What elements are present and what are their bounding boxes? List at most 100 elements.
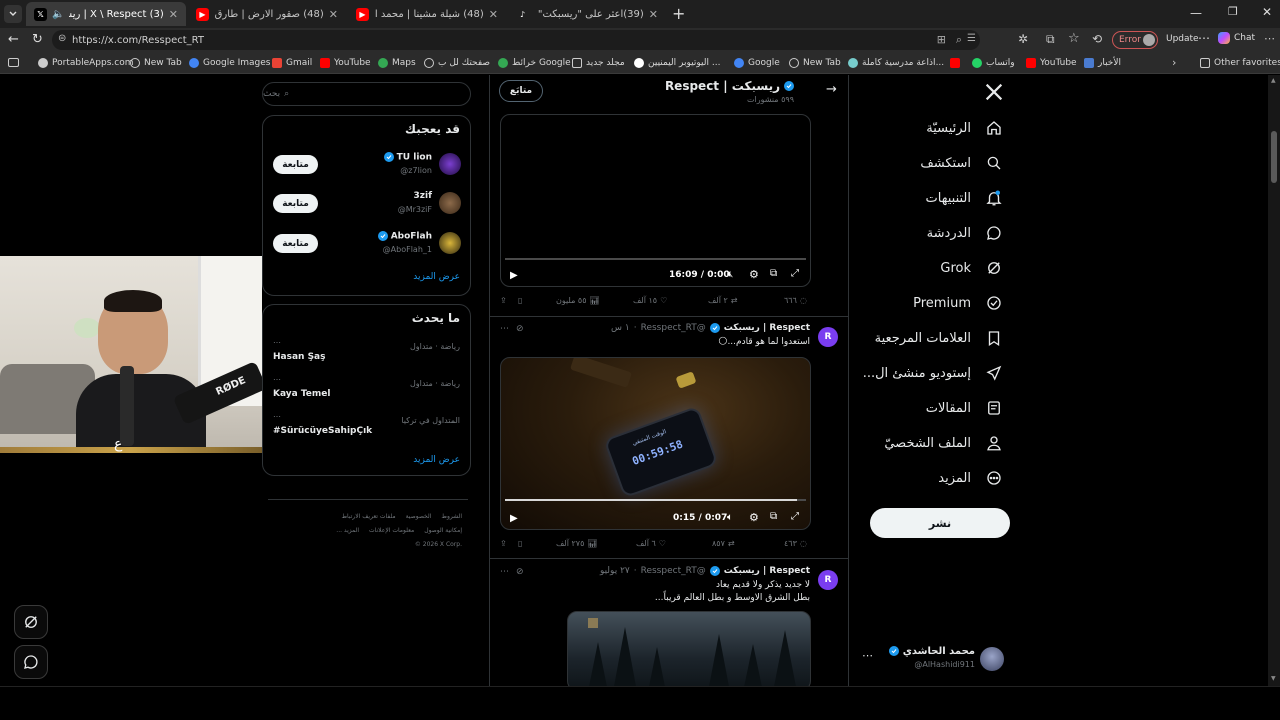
bookmark-item[interactable]: Gmail [272,55,312,71]
reposts-stat[interactable]: ٢ آلف ⇄ [708,296,737,305]
play-icon[interactable]: ▶ [510,513,518,524]
volume-icon[interactable]: 🔈︎ [727,512,733,523]
bookmark-icon[interactable]: ▯ [518,539,522,548]
settings-gear-icon[interactable]: ⚙ [749,268,759,281]
more-icon[interactable]: ⋯ [500,324,509,334]
zoom-icon[interactable]: ⌕ [956,33,962,47]
nav-profile[interactable]: الملف الشخصيّ [884,431,1003,455]
follow-button[interactable]: متابعة [273,234,318,253]
close-tab-icon[interactable]: ✕ [329,8,338,21]
share-icon[interactable]: ⇪ [500,296,507,305]
nav-articles[interactable]: المقالات [926,396,1003,420]
tab-x[interactable]: 𝕏 🔈 (3) X \ Respect | ريسبكت (@Re ✕ [26,2,186,26]
nav-chat[interactable]: الدردشة [927,221,1003,245]
x-logo-icon[interactable] [983,81,1005,103]
tab-youtube-2[interactable]: ▶ (48) شيلة مشينا | محمد الدخيل | مؤ ✕ [348,2,506,26]
popout-icon[interactable]: ⧉ [770,268,777,279]
bookmarks-menu-icon[interactable] [8,58,19,67]
trend-name[interactable]: Hasan Şaş [273,352,326,362]
share-icon[interactable]: ⇪ [500,539,507,548]
history-icon[interactable]: ⟲ [1092,32,1102,46]
footer-link[interactable]: المزيد ... [336,527,359,534]
fullscreen-icon[interactable]: ⤢ [791,268,799,279]
grok-icon[interactable]: ⊘ [516,567,524,577]
minimize-icon[interactable]: — [1190,6,1202,20]
post-image[interactable] [567,611,811,686]
reposts-stat[interactable]: ٨٥٧ ⇄ [712,539,735,548]
author-handle[interactable]: @Resspect_RT [641,566,706,576]
trend-more-icon[interactable]: … [273,336,281,345]
trend-more-icon[interactable]: … [273,373,281,382]
replies-stat[interactable]: ٤٦٣ ◌ [784,539,807,548]
extensions-icon[interactable]: ✲ [1018,32,1028,46]
video-progress[interactable] [505,258,806,260]
avatar[interactable] [439,232,461,254]
avatar[interactable]: R [818,570,838,590]
avatar[interactable]: R [818,327,838,347]
show-more-link[interactable]: عرض المزيد [413,455,460,465]
likes-stat[interactable]: ٦ آلف ♡ [636,539,666,548]
bookmark-item[interactable]: صفحتك لل ب [424,55,490,71]
footer-link[interactable]: معلومات الإعلانات [369,527,414,534]
search-box[interactable]: ⌕ بحث [262,82,471,106]
update-button[interactable]: Update [1166,34,1199,44]
close-tab-icon[interactable]: ✕ [169,8,178,21]
page-scrollbar[interactable]: ▲ ▼ [1268,75,1280,686]
video-player[interactable]: ▶ 16:09 / 0:00 🔇︎ ⚙ ⧉ ⤢ [500,114,811,287]
show-more-link[interactable]: عرض المزيد [413,272,460,282]
reload-icon[interactable]: ↻ [32,32,43,47]
bookmark-item[interactable]: خرائط Google [498,55,571,71]
scrollbar-thumb[interactable] [1271,131,1277,183]
speaker-icon[interactable]: 🔈 [52,9,64,20]
grok-float-button[interactable] [14,605,48,639]
other-favorites[interactable]: Other favorites [1200,55,1280,71]
bookmark-item[interactable]: اذاعة مدرسية كاملة... [848,55,944,71]
back-icon[interactable]: ← [8,32,19,47]
play-icon[interactable]: ▶ [510,270,518,281]
site-info-icon[interactable]: ⊜ [58,33,66,44]
more-icon[interactable]: ⋯ [500,567,509,577]
author-name[interactable]: Respect | ريسبكت [724,566,810,576]
bookmark-item[interactable]: مجلد جديد [572,55,625,71]
nav-premium[interactable]: Premium [913,291,1003,315]
close-window-icon[interactable]: ✕ [1262,5,1272,19]
tab-list-button[interactable] [4,5,22,23]
reader-icon[interactable]: ☰ [967,33,976,44]
bookmark-item[interactable]: YouTube [1026,55,1077,71]
user-name[interactable]: 3zif [413,191,432,201]
trend-name[interactable]: Kaya Temel [273,389,330,399]
back-arrow-icon[interactable]: → [826,82,837,97]
replies-stat[interactable]: ٦٦٦ ◌ [784,296,807,305]
more-icon[interactable]: ⋯ [862,649,873,662]
footer-link[interactable]: الشروط [441,513,462,520]
user-name[interactable]: TU lion [383,152,432,163]
new-tab-button[interactable]: + [672,4,685,23]
likes-stat[interactable]: ١٥ آلف ♡ [633,296,667,305]
bookmark-item[interactable]: اليوتيوبر اليمنيين ... [634,55,720,71]
video-progress-track[interactable] [505,499,806,501]
video-player[interactable]: الوقت المتبقي 00:59:58 ▶ 0:15 / 0:07 🔈︎ … [500,357,811,530]
footer-link[interactable]: ملفات تعريف الارتباط [341,513,395,520]
sidebar-toggle-icon[interactable]: ⋯ [1264,32,1275,45]
restore-icon[interactable]: ❐ [1228,5,1238,18]
avatar[interactable] [439,153,461,175]
nav-explore[interactable]: استكشف [920,151,1003,175]
trend-name[interactable]: #SürücüyeSahipÇık [273,426,372,436]
tab-tiktok[interactable]: ♪ (39)اعثر على "ريسبكت" على TikTok ✕ [508,2,666,26]
favorites-icon[interactable]: ☆ [1068,31,1080,46]
tab-youtube-1[interactable]: ▶ (48) صقور الارض | طارق العربي طر ✕ [188,2,346,26]
nav-notifications[interactable]: التنبيهات [926,186,1003,210]
bookmark-item[interactable]: PortableApps.com [38,55,133,71]
popout-icon[interactable]: ⧉ [770,511,777,522]
copilot-chat-button[interactable]: Chat [1218,32,1255,44]
install-app-icon[interactable]: ⊞ [937,33,946,46]
account-switcher[interactable]: محمد الحاشدي @AlHashidi911 ⋯ [860,643,1005,675]
scroll-down-icon[interactable]: ▼ [1271,675,1276,682]
nav-creator-studio[interactable]: إستوديو منشئ ال... [863,361,1003,385]
nav-grok[interactable]: Grok [940,256,1003,280]
bookmarks-overflow-icon[interactable]: › [1172,56,1176,69]
bookmark-item[interactable]: New Tab [789,55,841,71]
bookmark-item[interactable]: Google [734,55,780,71]
author-name[interactable]: Respect | ريسبكت [724,323,810,333]
bookmark-item[interactable]: الأخبار [1084,55,1121,71]
